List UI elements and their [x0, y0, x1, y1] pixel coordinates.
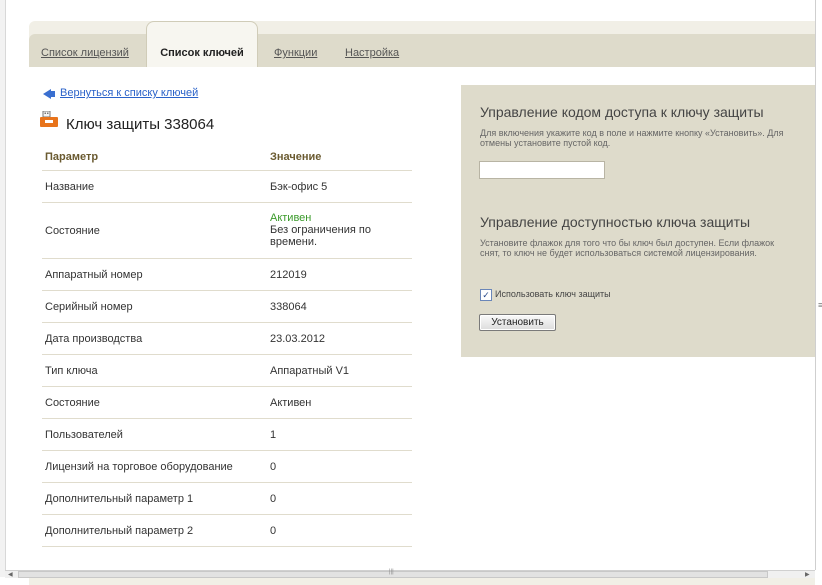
- key-parameters-table: Параметр Значение Название Бэк-офис 5 Со…: [42, 143, 412, 547]
- access-code-heading: Управление кодом доступа к ключу защиты: [480, 104, 764, 120]
- table-row: Пользователей 1: [42, 419, 412, 451]
- param-value: 23.03.2012: [270, 333, 326, 345]
- vertical-scrollbar-edge[interactable]: [815, 0, 822, 570]
- param-value: Аппаратный V1: [270, 365, 350, 377]
- status-value: Активен: [270, 212, 312, 224]
- table-row: Состояние Активен: [42, 387, 412, 419]
- back-to-keys-link[interactable]: Вернуться к списку ключей: [60, 87, 198, 99]
- access-code-input[interactable]: [479, 161, 605, 179]
- param-value: 0: [270, 461, 277, 473]
- set-button[interactable]: Установить: [479, 314, 556, 331]
- param-name: Дополнительный параметр 1: [45, 493, 194, 505]
- table-header-row: Параметр Значение: [42, 143, 412, 171]
- access-code-description: Для включения укажите код в поле и нажми…: [480, 128, 784, 148]
- table-row: Дополнительный параметр 2 0: [42, 515, 412, 547]
- param-column-header: Параметр: [45, 151, 99, 163]
- back-arrow-icon-tail: [49, 91, 55, 97]
- availability-description: Установите флажок для того что бы ключ б…: [480, 238, 775, 258]
- param-value: 0: [270, 493, 277, 505]
- availability-heading: Управление доступностью ключа защиты: [480, 214, 751, 230]
- param-name: Серийный номер: [45, 301, 133, 313]
- tab-keys-label: Список ключей: [160, 47, 244, 59]
- table-row: Лицензий на торговое оборудование 0: [42, 451, 412, 483]
- param-value: Без ограничения по времени.: [270, 224, 371, 248]
- vertical-grip-icon: ≡: [818, 300, 822, 310]
- table-row: Тип ключа Аппаратный V1: [42, 355, 412, 387]
- tab-licenses[interactable]: Список лицензий: [41, 47, 129, 59]
- key-title: Ключ защиты 338064: [66, 116, 215, 133]
- usb-key-icon: [40, 111, 58, 127]
- param-name: Название: [45, 181, 95, 193]
- table-row: Аппаратный номер 212019: [42, 259, 412, 291]
- param-value: 338064: [270, 301, 307, 313]
- param-name: Состояние: [45, 225, 100, 237]
- table-row: Дополнительный параметр 1 0: [42, 483, 412, 515]
- value-column-header: Значение: [270, 151, 322, 163]
- tab-keys[interactable]: Список ключей: [146, 21, 258, 72]
- use-key-checkbox-label: Использовать ключ защиты: [495, 289, 611, 299]
- table-row: Дата производства 23.03.2012: [42, 323, 412, 355]
- table-row: Серийный номер 338064: [42, 291, 412, 323]
- param-name: Пользователей: [45, 429, 123, 441]
- param-name: Лицензий на торговое оборудование: [45, 461, 233, 473]
- param-value: 0: [270, 525, 277, 537]
- scroll-grip-icon: |||: [389, 569, 394, 575]
- tab-settings[interactable]: Настройка: [345, 47, 399, 59]
- tab-functions[interactable]: Функции: [274, 47, 317, 59]
- param-value: Активен: [270, 397, 312, 409]
- param-value: Бэк-офис 5: [270, 181, 328, 193]
- window-left-edge: [0, 0, 6, 577]
- param-name: Состояние: [45, 397, 100, 409]
- param-name: Аппаратный номер: [45, 269, 143, 281]
- table-row: Состояние Активен Без ограничения по вре…: [42, 203, 412, 259]
- param-value: 212019: [270, 269, 307, 281]
- param-value: 1: [270, 429, 277, 441]
- param-name: Дополнительный параметр 2: [45, 525, 194, 537]
- table-row: Название Бэк-офис 5: [42, 171, 412, 203]
- param-name: Тип ключа: [45, 365, 98, 377]
- use-key-checkbox[interactable]: ✓: [480, 289, 492, 301]
- param-name: Дата производства: [45, 333, 143, 345]
